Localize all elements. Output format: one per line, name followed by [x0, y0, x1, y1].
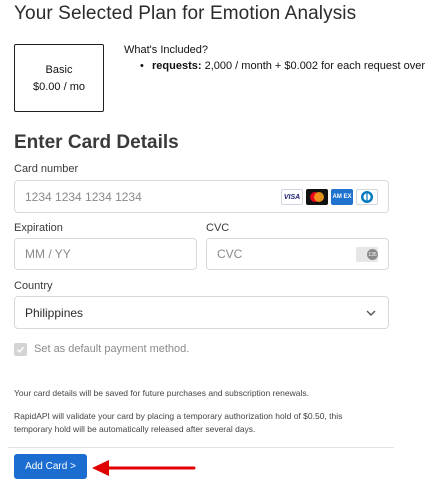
card-section-title: Enter Card Details — [14, 132, 179, 153]
mastercard-icon — [306, 189, 328, 205]
cvc-label: CVC — [206, 222, 230, 234]
country-selected-value: Philippines — [25, 305, 84, 320]
authorization-hold-note-line2: temporary hold will be automatically rel… — [14, 424, 256, 434]
chevron-down-icon — [366, 307, 376, 321]
cvc-placeholder: CVC — [217, 247, 243, 261]
expiration-field[interactable]: MM / YY — [14, 238, 197, 270]
page-title: Your Selected Plan for Emotion Analysis — [14, 3, 357, 24]
amex-icon: AM EX — [331, 189, 353, 205]
checkmark-icon — [17, 346, 25, 353]
cvc-badge: 135 — [367, 249, 378, 260]
cvc-field[interactable]: CVC 135 — [206, 238, 389, 270]
card-brands: VISA AM EX — [281, 189, 378, 205]
included-item: • requests: 2,000 / month + $0.002 for ea… — [140, 60, 425, 72]
default-payment-label: Set as default payment method. — [34, 343, 190, 355]
included-title: What's Included? — [124, 44, 209, 56]
country-select[interactable]: Philippines — [14, 296, 389, 329]
included-item-key: requests: — [152, 60, 202, 72]
included-item-value: 2,000 / month + $0.002 for each request … — [204, 60, 426, 72]
card-number-placeholder: 1234 1234 1234 1234 — [25, 189, 142, 204]
plan-name: Basic — [45, 63, 73, 76]
divider — [8, 447, 394, 448]
expiration-placeholder: MM / YY — [25, 247, 71, 261]
cvc-card-icon: 135 — [356, 247, 378, 262]
card-number-field[interactable]: 1234 1234 1234 1234 VISA AM EX — [14, 180, 389, 213]
authorization-hold-note-line1: RapidAPI will validate your card by plac… — [14, 411, 343, 421]
expiration-label: Expiration — [14, 222, 63, 234]
default-payment-checkbox[interactable] — [14, 343, 27, 356]
card-number-label: Card number — [14, 163, 79, 175]
country-label: Country — [14, 280, 53, 292]
plan-card[interactable]: Basic $0.00 / mo — [14, 44, 104, 112]
plan-price: $0.00 / mo — [33, 80, 85, 93]
red-arrow-annotation-icon — [92, 458, 198, 483]
bullet-icon: • — [140, 60, 144, 72]
add-card-button[interactable]: Add Card > — [14, 454, 87, 479]
visa-icon: VISA — [281, 189, 303, 205]
save-card-note: Your card details will be saved for futu… — [14, 388, 309, 398]
diners-icon — [356, 189, 378, 205]
